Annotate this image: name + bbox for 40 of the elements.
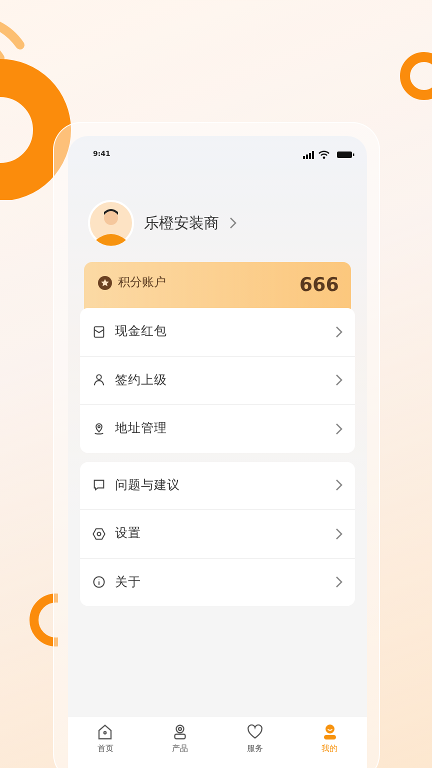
- tab-item[interactable]: 产品: [142, 717, 218, 768]
- chevron-right-icon: [335, 479, 343, 492]
- tab-label: 服务: [246, 743, 263, 754]
- envelope-icon: [92, 324, 106, 339]
- tab-label: 首页: [97, 743, 114, 754]
- menu-item[interactable]: 地址管理: [80, 404, 355, 452]
- menu-item[interactable]: 关于: [80, 558, 355, 606]
- menu-item-label: 问题与建议: [115, 476, 181, 494]
- menu-item[interactable]: 问题与建议: [80, 462, 355, 509]
- tab-item[interactable]: 服务: [218, 717, 292, 768]
- chevron-right-icon: [335, 422, 343, 435]
- menu-item-label: 签约上级: [115, 372, 168, 389]
- menu-item[interactable]: 签约上级: [80, 356, 355, 404]
- menu-item-label: 设置: [115, 525, 142, 542]
- settings-icon: [92, 526, 106, 541]
- location-pin-icon: [92, 422, 106, 436]
- menu-item-label: 关于: [115, 574, 142, 591]
- chevron-right-icon: [335, 528, 343, 540]
- status-icons-drawing: [303, 150, 355, 158]
- star-badge-icon: [98, 276, 112, 290]
- home-icon: [96, 723, 114, 741]
- menu-item-label: 现金红包: [115, 323, 168, 340]
- chevron-right-icon: [335, 374, 343, 386]
- profile-name[interactable]: 乐橙安装商: [144, 214, 219, 232]
- points-value: 666: [299, 274, 339, 296]
- info-icon: [92, 575, 106, 590]
- tab-item[interactable]: 首页: [68, 717, 143, 768]
- chevron-right-icon: [335, 576, 343, 588]
- points-label: 积分账户: [118, 274, 166, 291]
- avatar-silhouette: [88, 200, 134, 246]
- tab-label: 产品: [172, 743, 188, 754]
- menu-item-label: 地址管理: [115, 420, 168, 438]
- person-icon: [92, 373, 106, 388]
- chat-icon: [92, 478, 106, 492]
- heart-icon: [246, 723, 264, 741]
- chevron-right-icon: [335, 326, 343, 338]
- decorative-ring-drawing: [28, 592, 58, 648]
- tab-label: 我的: [322, 743, 338, 754]
- menu-item[interactable]: 设置: [80, 509, 355, 558]
- chevron-right-icon: [229, 217, 237, 229]
